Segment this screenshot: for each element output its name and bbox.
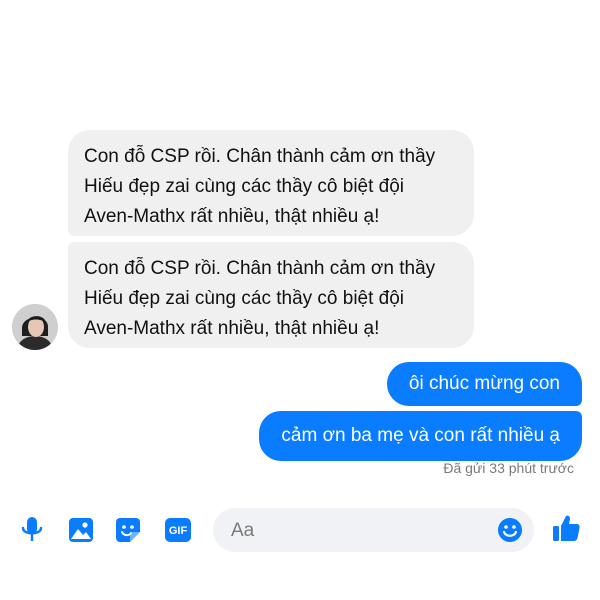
message-text-line: Hiếu đẹp zai cùng các thầy cô biệt đội — [84, 176, 405, 197]
message-input-container[interactable] — [213, 508, 534, 554]
incoming-message-bubble: Con đỗ CSP rồi. Chân thành cảm ơn thầy H… — [68, 242, 474, 348]
message-text-line: Con đỗ CSP rồi. Chân thành cảm ơn thầy — [84, 146, 436, 167]
message-text-line: Con đỗ CSP rồi. Chân thành cảm ơn thầy — [84, 258, 436, 279]
message-text-line: Aven-Mathx rất nhiều, thật nhiều ạ! — [84, 206, 380, 227]
message-input[interactable] — [229, 508, 493, 554]
incoming-message-bubble: Con đỗ CSP rồi. Chân thành cảm ơn thầy H… — [68, 130, 474, 236]
outgoing-message-bubble: ôi chúc mừng con — [386, 362, 582, 406]
sent-status: Đã gửi 33 phút trước — [443, 460, 574, 476]
image-icon[interactable] — [64, 513, 98, 547]
message-text: cảm ơn ba mẹ và con rất nhiều ạ — [281, 425, 560, 446]
sticker-icon[interactable] — [111, 513, 145, 547]
message-text: ôi chúc mừng con — [408, 373, 560, 394]
message-composer: GIF — [0, 500, 600, 560]
outgoing-message-bubble: cảm ơn ba mẹ và con rất nhiều ạ — [259, 411, 582, 461]
sender-avatar[interactable] — [12, 304, 58, 350]
microphone-icon[interactable] — [15, 513, 49, 547]
message-text-line: Hiếu đẹp zai cùng các thầy cô biệt đội — [84, 288, 405, 309]
gif-label: GIF — [169, 525, 188, 537]
message-text-line: Aven-Mathx rất nhiều, thật nhiều ạ! — [84, 318, 380, 339]
gif-icon[interactable]: GIF — [161, 513, 195, 547]
avatar-photo — [12, 304, 58, 350]
like-icon[interactable] — [549, 511, 583, 545]
chat-window: Con đỗ CSP rồi. Chân thành cảm ơn thầy H… — [0, 0, 600, 600]
emoji-icon[interactable] — [496, 516, 524, 544]
